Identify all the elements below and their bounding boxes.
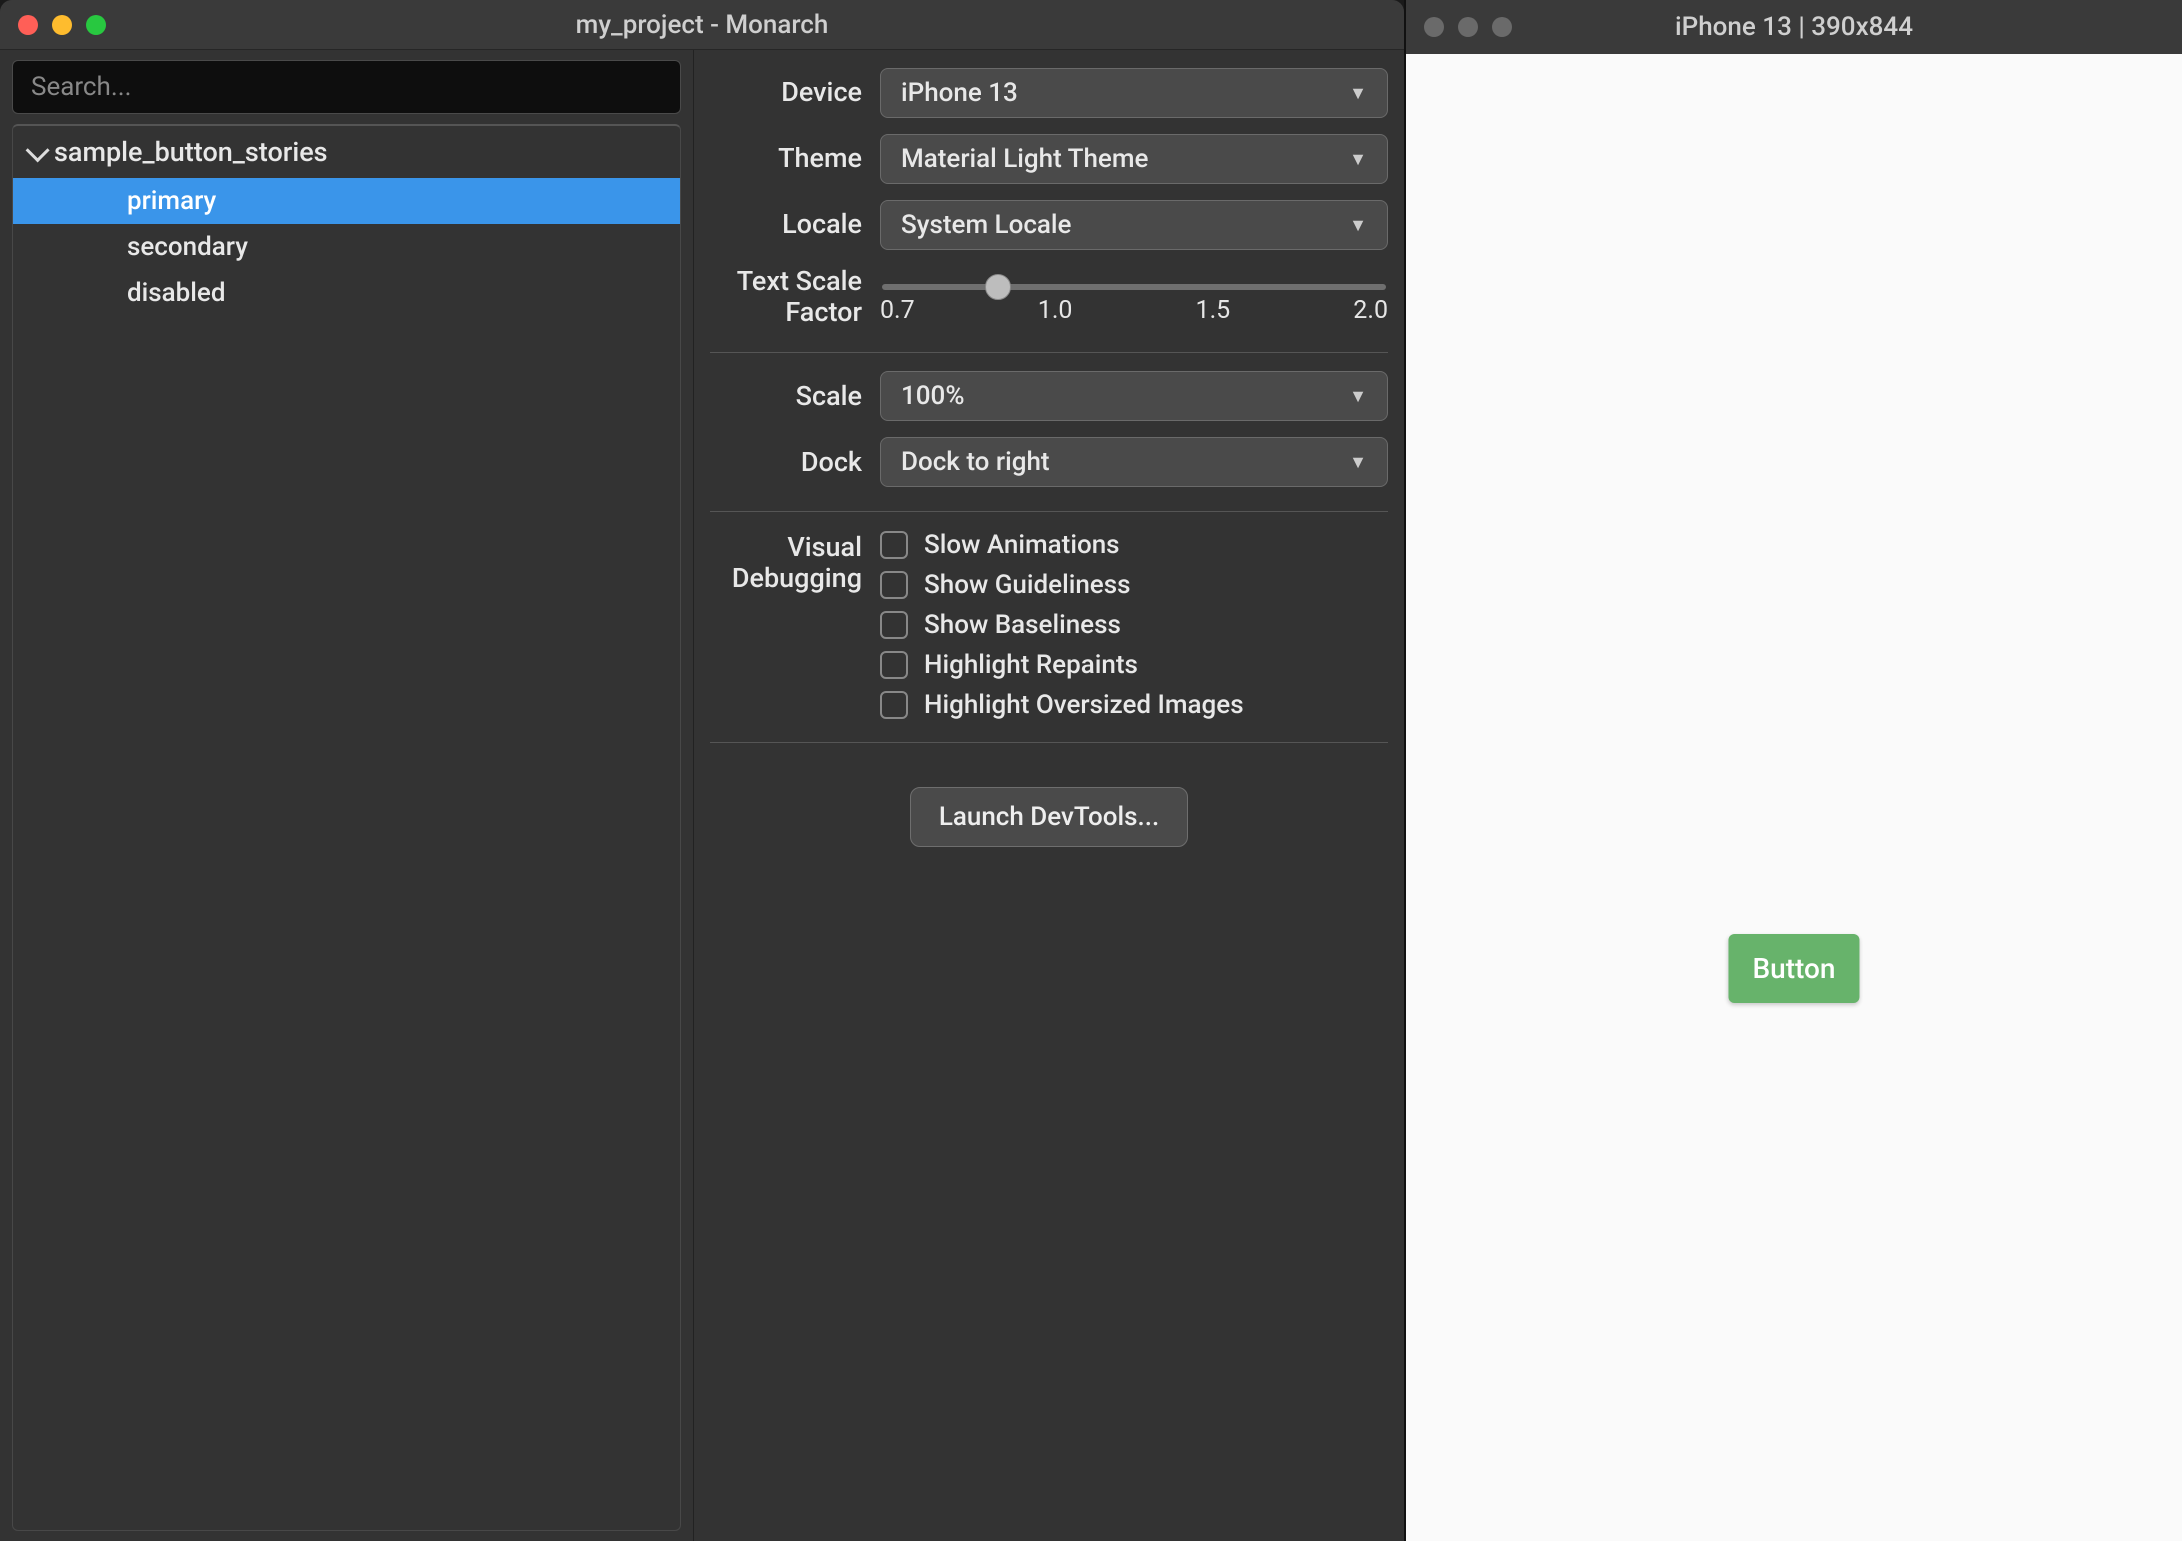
dock-label: Dock — [710, 447, 880, 478]
caret-down-icon: ▼ — [1349, 83, 1367, 104]
scale-dropdown[interactable]: 100% ▼ — [880, 371, 1388, 421]
device-value: iPhone 13 — [901, 78, 1018, 108]
theme-label: Theme — [710, 143, 880, 174]
text-scale-slider[interactable] — [882, 284, 1386, 290]
launch-devtools-button[interactable]: Launch DevTools... — [910, 787, 1188, 847]
device-label: Device — [710, 77, 880, 108]
checkbox-icon — [880, 611, 908, 639]
caret-down-icon: ▼ — [1349, 215, 1367, 236]
locale-dropdown[interactable]: System Locale ▼ — [880, 200, 1388, 250]
checkbox-icon — [880, 691, 908, 719]
preview-sample-button[interactable]: Button — [1728, 934, 1859, 1003]
caret-down-icon: ▼ — [1349, 149, 1367, 170]
story-tree: sample_button_stories primary secondary … — [12, 124, 681, 1531]
preview-traffic-lights — [1424, 17, 1512, 37]
search-input[interactable] — [12, 60, 681, 114]
chevron-down-icon — [27, 136, 44, 168]
check-label: Highlight Repaints — [924, 650, 1138, 680]
slider-tick: 2.0 — [1353, 296, 1388, 325]
slider-tick: 1.5 — [1196, 296, 1231, 325]
slider-ticks: 0.7 1.0 1.5 2.0 — [880, 296, 1388, 325]
check-label: Show Baseliness — [924, 610, 1121, 640]
slider-tick: 1.0 — [1038, 296, 1073, 325]
text-scale-label: Text Scale Factor — [710, 266, 880, 328]
slider-tick: 0.7 — [880, 296, 915, 325]
story-item-label: disabled — [127, 278, 226, 308]
preview-body: Button — [1406, 54, 2182, 1541]
dock-value: Dock to right — [901, 447, 1050, 477]
close-icon[interactable] — [18, 15, 38, 35]
divider — [710, 511, 1388, 512]
story-item-primary[interactable]: primary — [13, 178, 680, 224]
preview-button-label: Button — [1752, 952, 1835, 985]
locale-value: System Locale — [901, 210, 1072, 240]
check-show-guidelines[interactable]: Show Guideliness — [880, 570, 1388, 600]
story-item-secondary[interactable]: secondary — [13, 224, 680, 270]
story-group-label: sample_button_stories — [54, 136, 328, 168]
caret-down-icon: ▼ — [1349, 386, 1367, 407]
story-item-disabled[interactable]: disabled — [13, 270, 680, 316]
visual-debugging-label: Visual Debugging — [710, 530, 880, 594]
dock-dropdown[interactable]: Dock to right ▼ — [880, 437, 1388, 487]
scale-label: Scale — [710, 381, 880, 412]
story-item-label: primary — [127, 186, 216, 216]
preview-window: iPhone 13 | 390x844 Button — [1404, 0, 2182, 1541]
monarch-titlebar: my_project - Monarch — [0, 0, 1404, 50]
slider-thumb[interactable] — [985, 274, 1011, 300]
traffic-lights — [18, 15, 106, 35]
minimize-icon[interactable] — [1458, 17, 1478, 37]
monarch-window: my_project - Monarch sample_button_stori… — [0, 0, 1404, 1541]
device-dropdown[interactable]: iPhone 13 ▼ — [880, 68, 1388, 118]
caret-down-icon: ▼ — [1349, 452, 1367, 473]
sidebar: sample_button_stories primary secondary … — [0, 50, 694, 1541]
maximize-icon[interactable] — [86, 15, 106, 35]
preview-titlebar: iPhone 13 | 390x844 — [1406, 0, 2182, 54]
checkbox-icon — [880, 571, 908, 599]
theme-value: Material Light Theme — [901, 144, 1148, 174]
scale-value: 100% — [901, 381, 964, 411]
check-label: Show Guideliness — [924, 570, 1131, 600]
check-label: Slow Animations — [924, 530, 1120, 560]
locale-label: Locale — [710, 209, 880, 240]
check-show-baselines[interactable]: Show Baseliness — [880, 610, 1388, 640]
story-item-label: secondary — [127, 232, 248, 262]
divider — [710, 352, 1388, 353]
window-title: my_project - Monarch — [576, 10, 829, 40]
checkbox-icon — [880, 651, 908, 679]
check-slow-animations[interactable]: Slow Animations — [880, 530, 1388, 560]
maximize-icon[interactable] — [1492, 17, 1512, 37]
close-icon[interactable] — [1424, 17, 1444, 37]
settings-panel: Device iPhone 13 ▼ Theme Material Light … — [694, 50, 1404, 1541]
devtools-button-label: Launch DevTools... — [939, 802, 1159, 832]
check-highlight-oversized-images[interactable]: Highlight Oversized Images — [880, 690, 1388, 720]
check-label: Highlight Oversized Images — [924, 690, 1244, 720]
preview-title: iPhone 13 | 390x844 — [1675, 12, 1913, 42]
minimize-icon[interactable] — [52, 15, 72, 35]
story-group-header[interactable]: sample_button_stories — [13, 126, 680, 178]
check-highlight-repaints[interactable]: Highlight Repaints — [880, 650, 1388, 680]
divider — [710, 742, 1388, 743]
theme-dropdown[interactable]: Material Light Theme ▼ — [880, 134, 1388, 184]
checkbox-icon — [880, 531, 908, 559]
